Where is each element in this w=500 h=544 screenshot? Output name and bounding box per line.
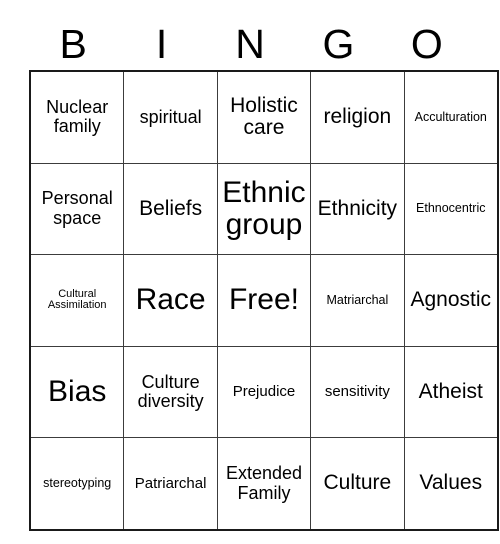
bingo-cell[interactable]: Ethnic group	[216, 162, 312, 256]
bingo-cell-label: Matriarchal	[326, 292, 389, 307]
bingo-cell-label: Personal space	[41, 188, 113, 228]
header-letter-n: N	[235, 21, 265, 67]
bingo-cell-label: Culture	[323, 471, 392, 495]
bingo-cell-label: Holistic care	[230, 93, 298, 140]
bingo-cell-label: Race	[135, 283, 206, 317]
bingo-cell[interactable]: sensitivity	[310, 345, 405, 439]
bingo-cell[interactable]: Culture	[310, 437, 405, 531]
bingo-cell-label: Prejudice	[232, 382, 296, 400]
bingo-cell-label: Extended Family	[225, 463, 302, 503]
bingo-cell-label: Values	[419, 471, 483, 495]
bingo-cell[interactable]: Nuclear family	[29, 70, 125, 164]
bingo-cell[interactable]: Race	[123, 254, 218, 347]
bingo-cell-free[interactable]: Free!	[216, 254, 312, 347]
bingo-cell[interactable]: Holistic care	[216, 70, 312, 164]
header-letter-o: O	[410, 21, 443, 67]
bingo-cell[interactable]: Atheist	[403, 345, 499, 439]
bingo-cell-label: Atheist	[418, 379, 483, 403]
bingo-cell[interactable]: spiritual	[123, 70, 218, 164]
bingo-cell-label: Acculturation	[414, 109, 487, 124]
bingo-row: Cultural Assimilation Race Free! Matriar…	[29, 254, 499, 347]
bingo-cell[interactable]: Personal space	[29, 162, 125, 256]
bingo-cell[interactable]: religion	[310, 70, 405, 164]
bingo-cell-label: religion	[323, 104, 392, 128]
bingo-cell[interactable]: Agnostic	[403, 254, 499, 347]
bingo-cell-label: spiritual	[139, 106, 202, 127]
bingo-cell[interactable]: Patriarchal	[123, 437, 218, 531]
header-letter-i: I	[155, 21, 168, 67]
bingo-cell-label: Agnostic	[410, 288, 492, 312]
bingo-cell-label: Patriarchal	[134, 474, 207, 492]
bingo-cell-label: stereotyping	[43, 475, 112, 490]
bingo-cell[interactable]: Prejudice	[216, 345, 312, 439]
bingo-cell-label: Ethnicity	[317, 196, 398, 220]
bingo-cell[interactable]: Acculturation	[403, 70, 499, 164]
bingo-cell-label: Bias	[48, 374, 107, 408]
bingo-row: Personal space Beliefs Ethnic group Ethn…	[29, 162, 499, 256]
bingo-row: Nuclear family spiritual Holistic care r…	[29, 70, 499, 164]
bingo-cell[interactable]: Culture diversity	[123, 345, 218, 439]
bingo-cell[interactable]: Matriarchal	[310, 254, 405, 347]
bingo-cell-label: Beliefs	[139, 196, 203, 220]
bingo-row: stereotyping Patriarchal Extended Family…	[29, 437, 499, 531]
bingo-cell-label: Ethnic group	[222, 175, 306, 241]
bingo-cell[interactable]: Extended Family	[216, 437, 312, 531]
bingo-card: B I N G O Nuclear family spiritual Holis…	[29, 18, 499, 531]
bingo-cell[interactable]: Beliefs	[123, 162, 218, 256]
bingo-cell[interactable]: stereotyping	[29, 437, 125, 531]
bingo-cell-label: Ethnocentric	[416, 201, 486, 216]
bingo-row: Bias Culture diversity Prejudice sensiti…	[29, 345, 499, 439]
bingo-cell-label: Free!	[228, 283, 299, 317]
bingo-cell[interactable]: Ethnocentric	[403, 162, 499, 256]
bingo-header: B I N G O	[29, 18, 471, 70]
bingo-grid: Nuclear family spiritual Holistic care r…	[29, 70, 499, 531]
bingo-cell-label: Cultural Assimilation	[47, 287, 107, 312]
bingo-cell-label: Nuclear family	[46, 96, 109, 137]
bingo-cell[interactable]: Cultural Assimilation	[29, 254, 125, 347]
header-letter-g: G	[322, 21, 355, 67]
bingo-cell[interactable]: Bias	[29, 345, 125, 439]
bingo-cell-label: Culture diversity	[137, 371, 204, 412]
header-letter-b: B	[59, 21, 87, 67]
bingo-cell[interactable]: Ethnicity	[310, 162, 405, 256]
bingo-cell-label: sensitivity	[324, 382, 390, 400]
bingo-cell[interactable]: Values	[403, 437, 499, 531]
